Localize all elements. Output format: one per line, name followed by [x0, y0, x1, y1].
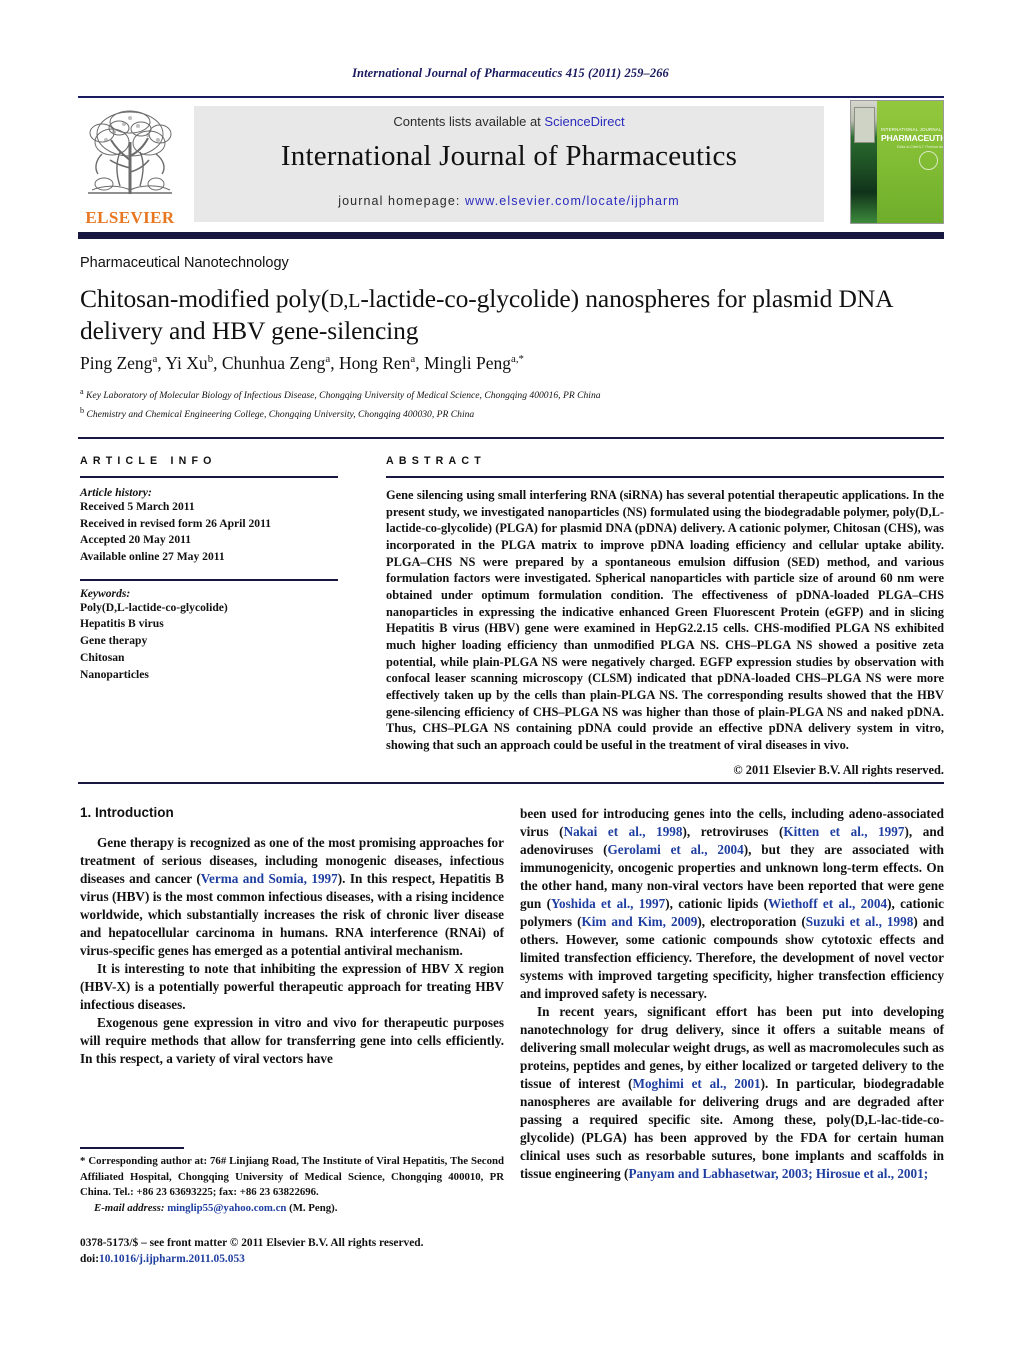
author-affil-marker: a,*	[511, 353, 524, 366]
footnote-text: Corresponding author at: 76# Linjiang Ro…	[80, 1155, 504, 1199]
cover-tube-glass	[854, 107, 875, 143]
abstract-copyright: © 2011 Elsevier B.V. All rights reserved…	[733, 762, 944, 777]
affiliation-text: Chemistry and Chemical Engineering Colle…	[86, 408, 475, 420]
citation-link[interactable]: Yoshida et al., 1997	[551, 896, 665, 911]
email-link[interactable]: minglip55@yahoo.com.cn	[167, 1202, 286, 1214]
author-name: Yi Xu	[165, 353, 208, 373]
citation-link[interactable]: Wiethoff et al., 2004	[768, 896, 887, 911]
citation-link[interactable]: Nakai et al., 1998	[564, 824, 683, 839]
affiliation-item: b Chemistry and Chemical Engineering Col…	[80, 404, 942, 423]
journal-cover-thumbnail: INTERNATIONAL JOURNAL OF PHARMACEUTICS E…	[850, 100, 944, 224]
paragraph-text: ), electroporation (	[697, 914, 806, 930]
author-name: Hong Ren	[338, 353, 411, 373]
citation-link[interactable]: Gerolami et al., 2004	[608, 842, 744, 857]
page-title: Chitosan-modified poly(D,L-lactide-co-gl…	[80, 283, 942, 348]
author-affil-marker: a	[152, 353, 158, 366]
article-info-heading: ARTICLE INFO	[80, 455, 217, 467]
elsevier-tree-icon	[88, 110, 172, 194]
author-affil-marker: a	[325, 353, 331, 366]
doi-link[interactable]: 10.1016/j.ijpharm.2011.05.053	[99, 1253, 245, 1265]
affiliation-text: Key Laboratory of Molecular Biology of I…	[86, 390, 601, 402]
cover-line1: INTERNATIONAL JOURNAL OF	[881, 127, 944, 132]
author-affil-marker: a	[410, 353, 416, 366]
citation-link[interactable]: Kitten et al., 1997	[783, 824, 904, 839]
abstract-column: ABSTRACT Gene silencing using small inte…	[386, 455, 944, 778]
email-suffix: (M. Peng).	[286, 1201, 338, 1214]
body-column-right: been used for introducing genes into the…	[520, 805, 944, 1183]
title-part1: Chitosan-modified poly(	[80, 284, 330, 313]
article-history-item: Available online 27 May 2011	[80, 550, 225, 564]
paragraph: Exogenous gene expression in vitro and v…	[80, 1015, 504, 1067]
affiliation-marker: a	[80, 387, 84, 396]
article-info-column: ARTICLE INFO Article history: Received 5…	[80, 455, 338, 683]
introduction-heading: 1. Introduction	[80, 805, 174, 820]
citation-link[interactable]: Verma and Somia, 1997	[201, 871, 338, 886]
author-name: Mingli Peng	[424, 353, 512, 373]
journal-homepage-link[interactable]: www.elsevier.com/locate/ijpharm	[465, 194, 680, 208]
masthead-panel: Contents lists available at ScienceDirec…	[194, 106, 824, 222]
citation-link[interactable]: Suzuki et al., 1998	[806, 914, 914, 929]
title-smallcaps: D,L	[329, 290, 361, 312]
abstract-bottom-rule	[78, 782, 944, 784]
cover-logo-circle-icon	[919, 151, 938, 170]
section-label: Pharmaceutical Nanotechnology	[80, 255, 289, 271]
journal-article-page: International Journal of Pharmaceutics 4…	[0, 0, 1021, 1351]
article-history-item: Received 5 March 2011	[80, 500, 195, 513]
contents-available-line: Contents lists available at ScienceDirec…	[194, 114, 824, 129]
email-label: E-mail address:	[94, 1201, 165, 1214]
article-history-item: Accepted 20 May 2011	[80, 533, 192, 547]
info-section-top-rule	[78, 437, 944, 439]
corresponding-author-footnote: * Corresponding author at: 76# Linjiang …	[80, 1154, 504, 1216]
author-list: Ping Zenga, Yi Xub, Chunhua Zenga, Hong …	[80, 353, 524, 373]
citation-link[interactable]: Moghimi et al., 2001	[633, 1076, 761, 1091]
journal-title: International Journal of Pharmaceutics	[280, 140, 738, 172]
citation-link[interactable]: Kim and Kim, 2009	[581, 914, 697, 929]
journal-masthead: ELSEVIER Contents lists available at Sci…	[78, 96, 944, 228]
keywords-label: Keywords:	[80, 586, 131, 600]
keyword-item: Chitosan	[80, 650, 125, 664]
affiliation-list: a Key Laboratory of Molecular Biology of…	[80, 385, 942, 422]
homepage-prefix: journal homepage:	[338, 194, 466, 208]
paragraph: It is interesting to note that inhibitin…	[80, 961, 504, 1013]
paragraph: In recent years, significant effort has …	[520, 1003, 944, 1183]
cover-line2: PHARMACEUTICS	[881, 133, 943, 143]
affiliation-item: a Key Laboratory of Molecular Biology of…	[80, 385, 942, 404]
sciencedirect-link[interactable]: ScienceDirect	[544, 114, 624, 129]
abstract-text: Gene silencing using small interfering R…	[386, 488, 944, 753]
article-info-rule	[80, 476, 338, 478]
doi-line: doi:10.1016/j.ijpharm.2011.05.053	[80, 1251, 504, 1267]
masthead-top-rule	[78, 96, 944, 98]
paragraph-text: ), cationic lipids (	[665, 896, 769, 912]
paragraph: been used for introducing genes into the…	[520, 805, 944, 1003]
elsevier-logo: ELSEVIER	[78, 102, 182, 226]
footnote-rule	[80, 1147, 184, 1149]
keyword-item: Hepatitis B virus	[80, 617, 164, 631]
citation-link[interactable]: Panyam and Labhasetwar, 2003; Hirosue et…	[628, 1166, 928, 1181]
keyword-item: Nanoparticles	[80, 667, 149, 681]
paragraph-text: ), retroviruses (	[682, 824, 784, 840]
author-affil-marker: b	[207, 353, 214, 366]
masthead-bottom-band	[78, 232, 944, 239]
contents-prefix: Contents lists available at	[393, 114, 545, 129]
article-history-label: Article history:	[80, 486, 152, 499]
running-head: International Journal of Pharmaceutics 4…	[352, 66, 669, 80]
abstract-rule	[386, 476, 944, 478]
issn-front-matter: 0378-5173/$ – see front matter © 2011 El…	[80, 1237, 424, 1249]
keywords-rule	[80, 578, 338, 581]
affiliation-marker: b	[80, 405, 85, 415]
keyword-item: Gene therapy	[80, 634, 148, 648]
journal-homepage-line: journal homepage: www.elsevier.com/locat…	[194, 194, 824, 208]
imprint-block: 0378-5173/$ – see front matter © 2011 El…	[80, 1235, 504, 1268]
keyword-item: Poly(D,L-lactide-co-glycolide)	[80, 600, 228, 614]
abstract-heading: ABSTRACT	[386, 455, 486, 467]
article-history-item: Received in revised form 26 April 2011	[80, 516, 272, 530]
paragraph: Gene therapy is recognized as one of the…	[80, 834, 504, 960]
author-name: Ping Zeng	[80, 353, 153, 373]
author-name: Chunhua Zeng	[221, 353, 326, 373]
cover-line3: Editor-in-Chief A.T. Florence Associate …	[897, 145, 943, 149]
body-column-left: 1. Introduction Gene therapy is recogniz…	[80, 805, 504, 1068]
elsevier-wordmark: ELSEVIER	[85, 208, 175, 227]
doi-label: doi:	[80, 1253, 99, 1266]
